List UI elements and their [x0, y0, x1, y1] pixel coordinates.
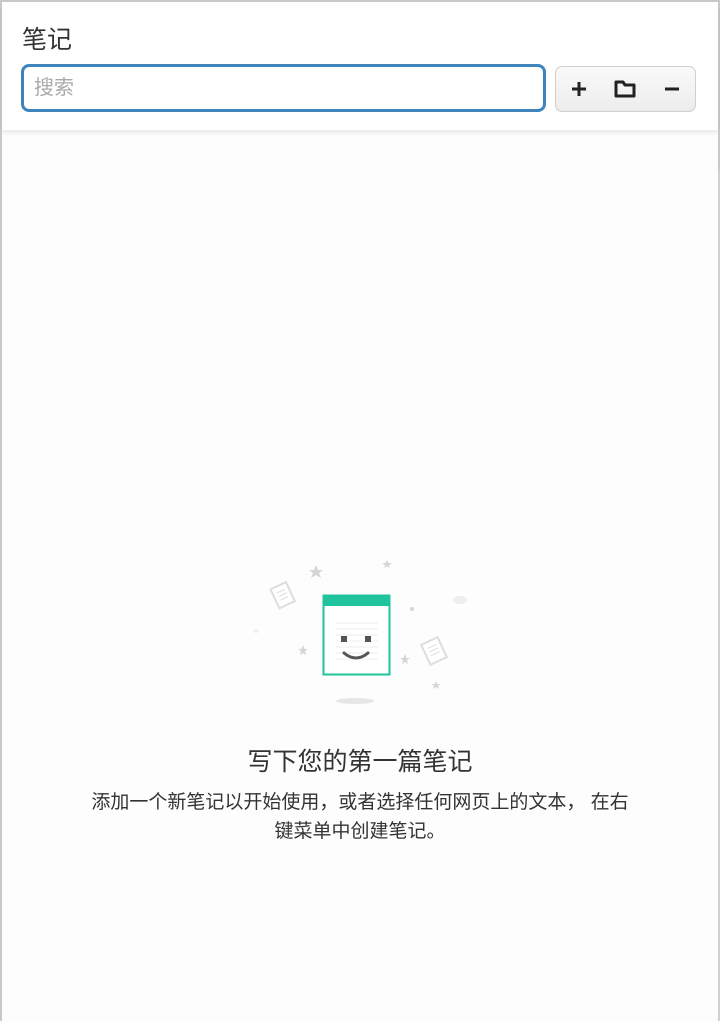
plus-icon: [572, 82, 587, 96]
folder-icon: [614, 80, 636, 98]
search-input[interactable]: [21, 64, 546, 112]
toolbar-button-group: [555, 66, 696, 112]
window-frame: [0, 0, 720, 1021]
page-title: 笔记: [22, 26, 73, 54]
minus-icon: [664, 87, 679, 91]
add-note-button[interactable]: [556, 67, 602, 111]
header: 笔记: [2, 2, 718, 130]
empty-state-heading: 写下您的第一篇笔记: [247, 748, 473, 776]
add-folder-button[interactable]: [602, 67, 648, 111]
empty-state-description-line1: 添加一个新笔记以开始使用，或者选择任何网页上的文本， 在右: [91, 792, 629, 813]
empty-state-description-line2: 键菜单中创建笔记。: [274, 821, 446, 842]
remove-button[interactable]: [649, 67, 695, 111]
note-illustration-icon: [254, 560, 467, 704]
